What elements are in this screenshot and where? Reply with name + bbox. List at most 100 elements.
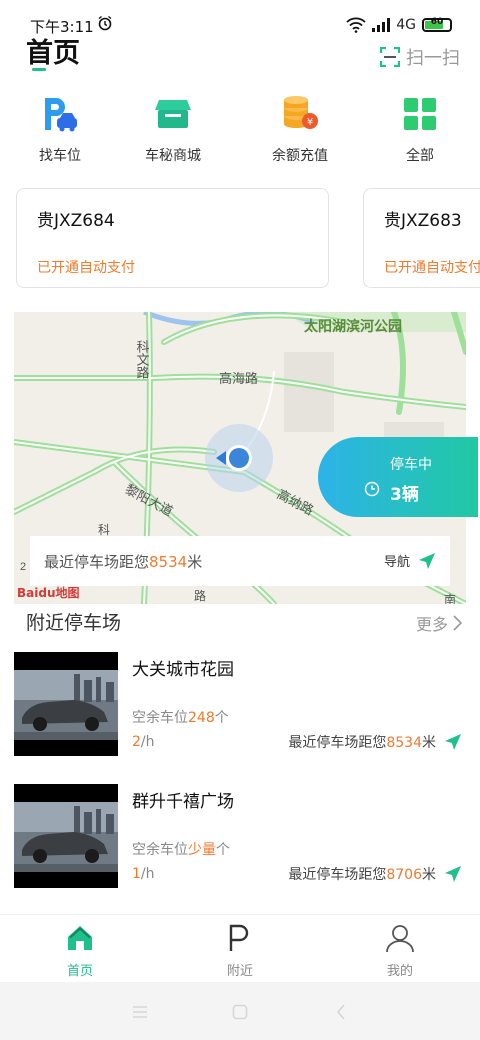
shortcut-label: 全部 bbox=[406, 148, 434, 164]
parking-status-label: 停车中 bbox=[390, 457, 432, 473]
system-nav-bar bbox=[0, 982, 480, 1040]
distance-unit: 米 bbox=[422, 735, 436, 751]
map-label: 高海路 bbox=[219, 371, 258, 386]
more-label: 更多 bbox=[415, 615, 448, 634]
map-label: 科文路 bbox=[135, 340, 150, 379]
price-unit: /h bbox=[140, 866, 155, 882]
spaces-prefix: 空余车位 bbox=[132, 710, 188, 726]
menu-icon[interactable] bbox=[132, 1005, 148, 1019]
more-link[interactable]: 更多 bbox=[416, 611, 462, 635]
nearest-unit: 米 bbox=[187, 553, 203, 571]
battery-icon: 60 bbox=[422, 17, 452, 32]
parking-lot-price: 1/h bbox=[132, 866, 155, 882]
shortcut-recharge[interactable]: ¥ 余额充值 bbox=[250, 90, 350, 165]
nearest-parking-bar[interactable]: 最近停车场距您8534米 导航 bbox=[30, 536, 450, 586]
map-label: 路 bbox=[194, 588, 206, 603]
plate-number: 贵JXZ684 bbox=[37, 211, 115, 231]
scan-label: 扫一扫 bbox=[406, 48, 460, 69]
shortcut-shop[interactable]: 车秘商城 bbox=[123, 90, 223, 165]
parking-lot-spaces: 空余车位248个 bbox=[132, 707, 229, 727]
parking-lot-spaces: 空余车位少量个 bbox=[132, 839, 230, 859]
shortcut-label: 车秘商城 bbox=[145, 148, 201, 164]
svg-text:¥: ¥ bbox=[307, 117, 313, 128]
parking-lot-thumbnail bbox=[14, 784, 118, 888]
battery-level: 60 bbox=[430, 17, 444, 27]
price-value: 2 bbox=[132, 734, 141, 750]
navigate-button[interactable]: 导航 bbox=[384, 551, 436, 570]
parking-lot-item[interactable]: 群升千禧广场 空余车位少量个 1/h 最近停车场距您8706米 bbox=[0, 784, 480, 888]
grid-icon bbox=[404, 98, 436, 130]
auto-pay-status: 已开通自动支付 bbox=[37, 260, 135, 276]
signal-icon bbox=[372, 18, 391, 32]
shortcut-grid: 找车位 车秘商城 ¥ 余额充值 全部 bbox=[0, 90, 480, 170]
parking-lot-name: 群升千禧广场 bbox=[132, 792, 234, 812]
map-label: 科 bbox=[98, 523, 110, 537]
parking-lot-item[interactable]: 大关城市花园 空余车位248个 2/h 最近停车场距您8534米 bbox=[0, 652, 480, 756]
nearest-text: 最近停车场距您8534米 bbox=[44, 551, 202, 572]
chevron-right-icon bbox=[453, 615, 462, 631]
price-value: 1 bbox=[132, 866, 141, 882]
distance-value: 8534 bbox=[386, 735, 422, 751]
page-title: 首页 bbox=[26, 38, 80, 69]
clock-icon bbox=[364, 481, 380, 497]
plate-number: 贵JXZ683 bbox=[384, 211, 462, 231]
bottom-tab-bar: 首页 附近 我的 bbox=[0, 914, 480, 982]
network-type: 4G bbox=[396, 17, 416, 33]
tab-label: 附近 bbox=[226, 964, 253, 979]
title-underline bbox=[32, 68, 46, 71]
tab-nearby[interactable]: 附近 bbox=[200, 923, 280, 979]
plate-card[interactable]: 贵JXZ683 已开通自动支付 bbox=[363, 188, 480, 288]
distance-value: 8706 bbox=[386, 867, 422, 883]
alarm-icon bbox=[98, 15, 112, 31]
map-label: 2 bbox=[20, 561, 26, 573]
navigate-arrow-icon bbox=[419, 552, 435, 569]
coin-recharge-icon: ¥ bbox=[284, 96, 318, 129]
home-icon bbox=[68, 926, 92, 950]
tab-label: 我的 bbox=[386, 964, 413, 979]
auto-pay-status: 已开通自动支付 bbox=[384, 260, 480, 276]
navigate-arrow-icon[interactable] bbox=[444, 733, 462, 751]
distance-unit: 米 bbox=[422, 867, 436, 883]
parking-lot-name: 大关城市花园 bbox=[132, 660, 234, 680]
spaces-suffix: 个 bbox=[216, 842, 230, 858]
wifi-icon bbox=[346, 17, 366, 33]
section-title: 附近停车场 bbox=[26, 612, 122, 634]
baidu-logo: Baidu地图 bbox=[17, 586, 80, 600]
status-right: 4G 60 bbox=[346, 16, 452, 34]
parking-car-icon bbox=[45, 98, 77, 132]
nearest-distance: 8534 bbox=[149, 553, 188, 571]
spaces-suffix: 个 bbox=[214, 710, 229, 726]
parking-lot-distance[interactable]: 最近停车场距您8534米 bbox=[288, 732, 462, 752]
back-icon[interactable] bbox=[336, 1004, 346, 1020]
price-unit: /h bbox=[140, 734, 155, 750]
spaces-value: 少量 bbox=[188, 842, 216, 858]
spaces-value: 248 bbox=[188, 710, 215, 726]
spaces-prefix: 空余车位 bbox=[132, 842, 188, 858]
shortcut-find-parking[interactable]: 找车位 bbox=[10, 90, 110, 165]
navigate-label: 导航 bbox=[383, 555, 410, 570]
map-label: 太阳湖滨河公园 bbox=[304, 318, 402, 334]
parking-lot-distance[interactable]: 最近停车场距您8706米 bbox=[288, 864, 462, 884]
shortcut-label: 余额充值 bbox=[272, 148, 328, 164]
parking-p-icon bbox=[229, 924, 249, 951]
parking-status-bubble[interactable]: 停车中 3辆 bbox=[318, 437, 478, 517]
plate-card[interactable]: 贵JXZ684 已开通自动支付 bbox=[16, 188, 329, 288]
distance-prefix: 最近停车场距您 bbox=[288, 735, 387, 751]
shortcut-label: 找车位 bbox=[39, 148, 81, 164]
tab-label: 首页 bbox=[66, 964, 93, 979]
tab-profile[interactable]: 我的 bbox=[360, 923, 440, 979]
parking-lot-price: 2/h bbox=[132, 734, 155, 750]
parking-count: 3辆 bbox=[390, 485, 419, 505]
parking-lot-thumbnail bbox=[14, 652, 118, 756]
shop-icon bbox=[155, 100, 191, 128]
nearest-prefix: 最近停车场距您 bbox=[44, 553, 150, 571]
scan-button[interactable]: 扫一扫 bbox=[380, 44, 460, 70]
scan-icon bbox=[380, 47, 400, 67]
navigate-arrow-icon[interactable] bbox=[444, 865, 462, 883]
tab-home[interactable]: 首页 bbox=[40, 923, 120, 979]
shortcut-all[interactable]: 全部 bbox=[370, 90, 470, 165]
distance-text: 最近停车场距您8534米 bbox=[288, 732, 436, 752]
home-button-icon[interactable] bbox=[232, 1004, 248, 1020]
map-label: 南 bbox=[444, 592, 456, 604]
distance-text: 最近停车场距您8706米 bbox=[288, 864, 436, 884]
